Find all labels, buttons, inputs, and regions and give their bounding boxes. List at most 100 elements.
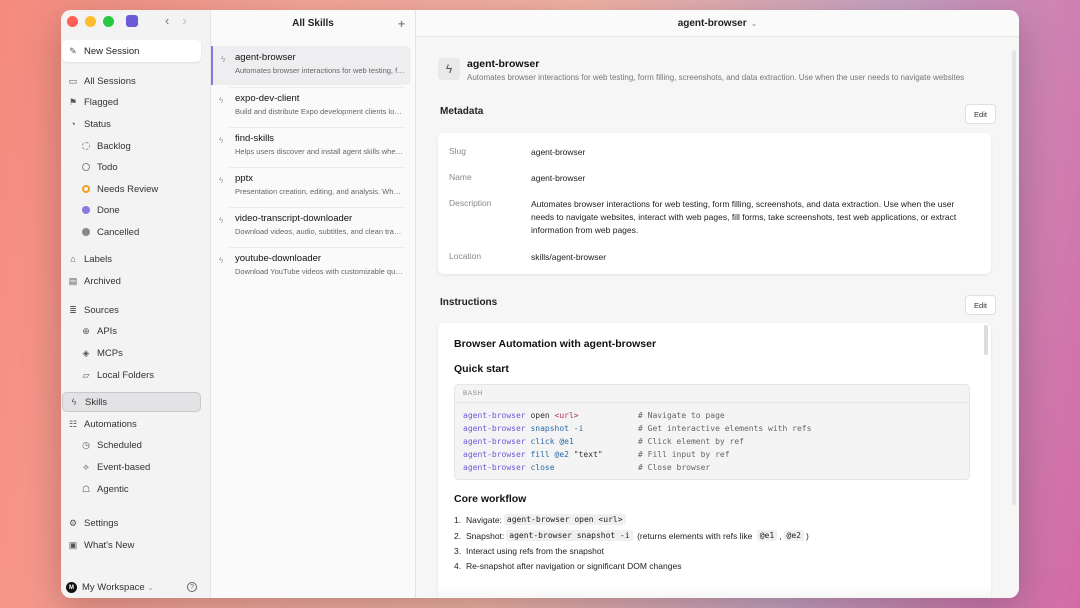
new-session-button[interactable]: ✎ New Session <box>62 40 201 62</box>
workspace-name: My Workspace <box>82 582 145 593</box>
edit-instructions-button[interactable]: Edit <box>965 295 996 315</box>
metadata-row-location: Location skills/agent-browser <box>449 251 971 264</box>
inline-code: @e1 <box>756 530 778 541</box>
skills-list-panel: All Skills + ϟ agent-browser Automates b… <box>210 10 416 598</box>
sidebar-item-todo[interactable]: Todo <box>75 157 201 177</box>
metadata-heading: Metadata <box>440 106 484 117</box>
skill-desc: Helps users discover and install agent s… <box>235 147 405 156</box>
skill-detail-panel: agent-browser ⌄ ϟ agent-browser Automate… <box>416 10 1019 598</box>
sidebar-item-mcps[interactable]: ◈ MCPs <box>75 343 201 363</box>
skill-name: find-skills <box>235 133 275 144</box>
step-text: ) <box>805 530 809 541</box>
metadata-card: Slug agent-browser Name agent-browser De… <box>438 133 991 274</box>
sidebar-item-cancelled[interactable]: Cancelled <box>75 222 201 242</box>
skill-item-youtube-downloader[interactable]: ϟ youtube-downloader Download YouTube vi… <box>211 247 411 286</box>
sidebar-item-status[interactable]: ◔ Status <box>62 114 201 134</box>
code-comment: # Fill input by ref <box>638 450 730 459</box>
sidebar-item-settings[interactable]: ⚙ Settings <box>62 513 201 533</box>
step-number: 3. <box>454 546 462 556</box>
sidebar-item-local-folders[interactable]: ▱ Local Folders <box>75 365 201 385</box>
code-arg: click @e1 <box>525 437 574 446</box>
inbox-icon: ▭ <box>68 75 78 86</box>
code-cmd: agent-browser <box>463 463 526 472</box>
sidebar-item-event-based[interactable]: ⟡ Event-based <box>75 457 201 477</box>
sidebar-item-label: MCPs <box>97 347 123 359</box>
skill-icon: ϟ <box>219 216 224 225</box>
sidebar-item-skills[interactable]: ϟ Skills <box>62 392 201 412</box>
gift-icon: ▣ <box>68 539 78 550</box>
skill-icon: ϟ <box>219 256 224 265</box>
sidebar-item-done[interactable]: Done <box>75 200 201 220</box>
step-number: 4. <box>454 561 462 571</box>
maximize-window-button[interactable] <box>103 15 114 27</box>
add-skill-button[interactable]: + <box>398 17 405 31</box>
gear-icon: ⚙ <box>68 517 78 528</box>
metadata-key: Location <box>449 251 482 261</box>
sidebar-item-label: What's New <box>84 539 135 551</box>
bottom-fade <box>438 586 991 598</box>
sidebar-item-flagged[interactable]: ⚑ Flagged <box>62 92 201 112</box>
globe-icon: ⊕ <box>82 325 90 336</box>
detail-header[interactable]: agent-browser ⌄ <box>416 10 1019 37</box>
code-language-label: BASH <box>455 385 969 403</box>
history-nav: ‹ › <box>165 13 187 28</box>
instructions-card: Browser Automation with agent-browser Qu… <box>438 323 991 598</box>
skill-item-video-transcript-downloader[interactable]: ϟ video-transcript-downloader Download v… <box>211 207 411 246</box>
status-icon: ◔ <box>70 119 76 129</box>
skill-name: pptx <box>235 173 253 184</box>
clock-icon: ◷ <box>82 439 90 450</box>
sidebar-item-all-sessions[interactable]: ▭ All Sessions <box>62 71 201 91</box>
code-comment: # Navigate to page <box>638 411 725 420</box>
metadata-value: skills/agent-browser <box>531 252 607 262</box>
skill-item-agent-browser[interactable]: ϟ agent-browser Automates browser intera… <box>211 46 411 85</box>
sidebar-item-sources[interactable]: ≣ Sources <box>62 300 201 320</box>
help-icon[interactable]: ? <box>187 582 197 592</box>
sidebar-item-label: Cancelled <box>97 226 140 238</box>
step-text: Re-snapshot after navigation or signific… <box>466 561 682 571</box>
code-comment: # Click element by ref <box>638 437 744 446</box>
new-session-label: New Session <box>84 45 140 57</box>
code-comment: # Get interactive elements with refs <box>638 424 812 433</box>
sidebar-item-agentic[interactable]: ☖ Agentic <box>75 479 201 499</box>
sidebar-item-backlog[interactable]: Backlog <box>75 136 201 156</box>
minimize-window-button[interactable] <box>85 15 96 27</box>
bolt-icon: ϟ <box>438 58 460 80</box>
sidebar-item-label: Skills <box>85 396 108 408</box>
sidebar-item-label: Sources <box>84 304 119 316</box>
sidebar-item-automations[interactable]: ☷ Automations <box>62 414 201 434</box>
list-item: 3. Interact using refs from the snapshot <box>454 546 975 556</box>
sidebar-item-needs-review[interactable]: Needs Review <box>75 179 201 199</box>
step-text: Navigate: <box>466 514 502 525</box>
skill-icon: ϟ <box>221 55 226 64</box>
flag-icon: ⚑ <box>68 96 78 107</box>
review-icon <box>80 183 92 195</box>
sidebar-item-label: Needs Review <box>97 183 159 195</box>
skill-name: expo-dev-client <box>235 93 300 104</box>
metadata-key: Slug <box>449 146 467 156</box>
edit-metadata-button[interactable]: Edit <box>965 104 996 124</box>
metadata-row-description: Description Automates browser interactio… <box>449 198 971 237</box>
chevron-down-icon: ⌄ <box>147 584 154 592</box>
detail-header-title: agent-browser <box>677 17 747 29</box>
skill-item-find-skills[interactable]: ϟ find-skills Helps users discover and i… <box>211 127 411 166</box>
workspace-switcher[interactable]: M My Workspace ⌄ <box>66 582 154 593</box>
instructions-scrollbar[interactable] <box>984 325 988 355</box>
core-workflow-heading: Core workflow <box>454 493 527 505</box>
sidebar-item-label: Done <box>97 204 120 216</box>
close-window-button[interactable] <box>67 15 78 27</box>
skill-item-expo-dev-client[interactable]: ϟ expo-dev-client Build and distribute E… <box>211 87 411 126</box>
detail-scrollbar[interactable] <box>1012 50 1016 505</box>
back-arrow-icon[interactable]: ‹ <box>165 13 169 28</box>
sidebar-item-labels[interactable]: ⌂ Labels <box>62 249 201 269</box>
sidebar-item-whats-new[interactable]: ▣ What's New <box>62 535 201 555</box>
step-text: Interact using refs from the snapshot <box>466 546 604 556</box>
sidebar-item-apis[interactable]: ⊕ APIs <box>75 321 201 341</box>
archive-icon: ▤ <box>68 275 78 286</box>
code-line: agent-browser close # Close browser <box>463 461 961 474</box>
forward-arrow-icon[interactable]: › <box>182 13 186 28</box>
code-line: agent-browser click @e1 # Click element … <box>463 435 961 448</box>
sidebar-item-archived[interactable]: ▤ Archived <box>62 271 201 291</box>
sidebar-item-scheduled[interactable]: ◷ Scheduled <box>75 435 201 455</box>
sidebar-item-label: Scheduled <box>97 439 142 451</box>
skill-item-pptx[interactable]: ϟ pptx Presentation creation, editing, a… <box>211 167 411 206</box>
